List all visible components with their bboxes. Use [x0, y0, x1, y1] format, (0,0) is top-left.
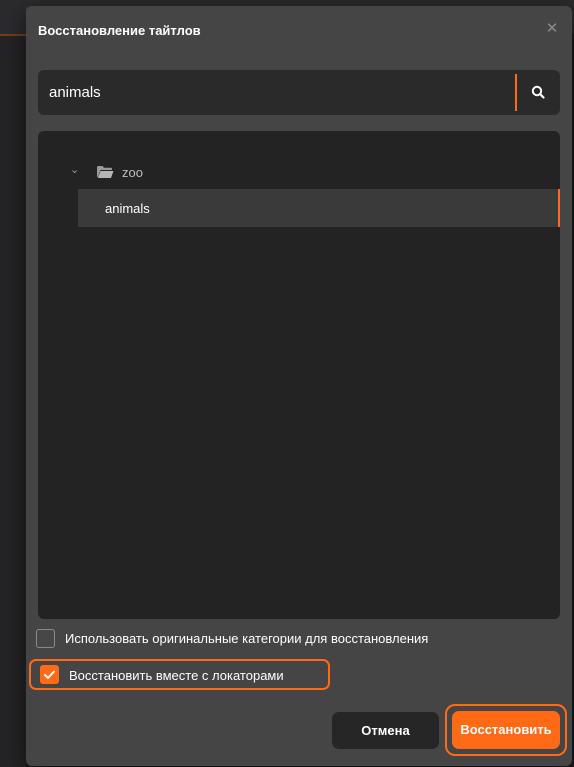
search-input[interactable]: [38, 70, 515, 115]
tree-folder-zoo[interactable]: ⌄ zoo: [70, 161, 270, 185]
use-original-categories-checkbox[interactable]: [36, 629, 55, 648]
category-tree: ⌄ zoo animals: [38, 131, 560, 619]
search-icon: [531, 85, 545, 99]
restore-titles-dialog: Восстановление тайтлов ✕ ⌄ zoo animals: [26, 6, 572, 766]
restore-button-highlight: Восстановить: [445, 704, 567, 756]
use-original-categories-option[interactable]: Использовать оригинальные категории для …: [36, 626, 516, 650]
use-original-categories-label: Использовать оригинальные категории для …: [65, 631, 429, 646]
close-icon[interactable]: ✕: [542, 19, 562, 39]
background-accent-line: [0, 34, 26, 36]
restore-with-locators-label: Восстановить вместе с локаторами: [69, 668, 284, 683]
cancel-button[interactable]: Отмена: [332, 712, 439, 749]
tree-folder-label: zoo: [122, 165, 143, 180]
tree-item-animals[interactable]: animals: [78, 189, 560, 227]
background-sidebar: [0, 34, 26, 767]
search-button[interactable]: [517, 70, 560, 115]
checkmark-icon: [44, 670, 55, 679]
dialog-title: Восстановление тайтлов: [38, 23, 201, 38]
folder-open-icon: [97, 166, 114, 178]
restore-with-locators-option[interactable]: Восстановить вместе с локаторами: [29, 659, 330, 690]
selection-indicator: [558, 189, 560, 227]
chevron-down-icon[interactable]: ⌄: [70, 163, 79, 176]
dialog-header: Восстановление тайтлов ✕: [26, 6, 572, 54]
search-box: [38, 70, 560, 115]
tree-item-label: animals: [105, 201, 150, 216]
restore-button[interactable]: Восстановить: [452, 711, 560, 749]
restore-with-locators-checkbox[interactable]: [40, 665, 59, 684]
